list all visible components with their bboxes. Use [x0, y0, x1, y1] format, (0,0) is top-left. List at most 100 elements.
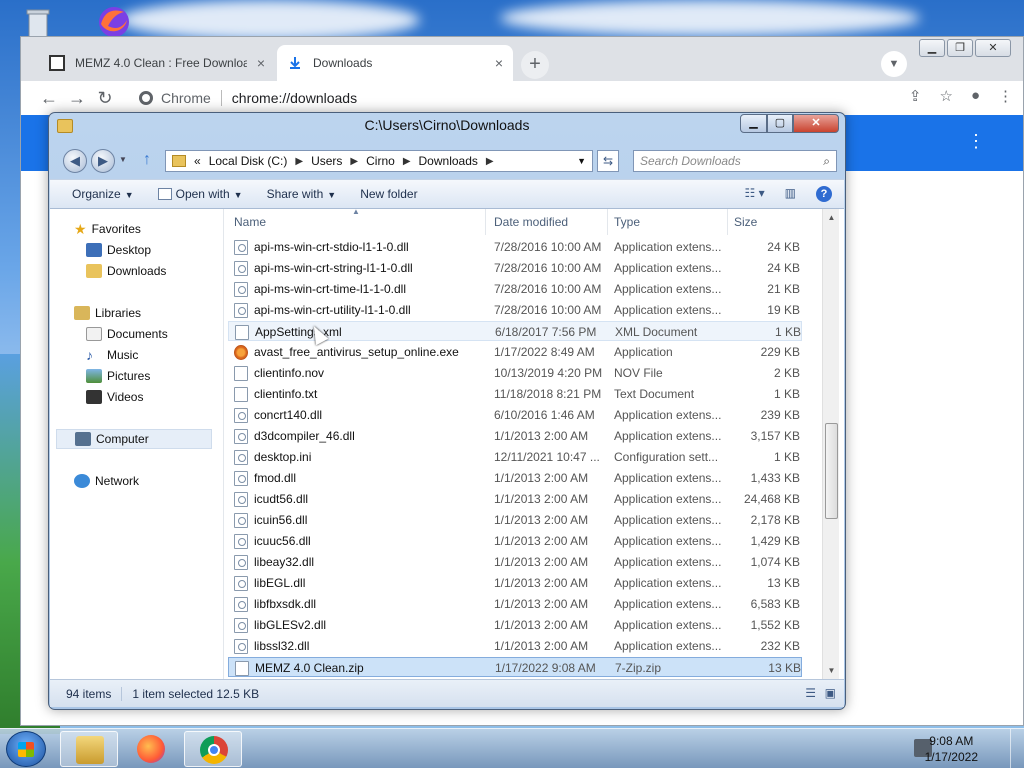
address-dropdown-icon[interactable]: ▼ [577, 156, 586, 166]
menu-kebab-icon[interactable]: ⋮ [998, 87, 1013, 105]
explorer-maximize-button[interactable]: ▢ [767, 114, 793, 133]
nav-documents[interactable]: Documents [86, 324, 168, 344]
help-icon[interactable]: ? [816, 186, 832, 202]
details-view-icon[interactable]: ☰ [805, 686, 816, 700]
file-row[interactable]: libEGL.dll 1/1/2013 2:00 AM Application ex… [228, 573, 802, 593]
taskbar-explorer[interactable] [60, 731, 118, 767]
breadcrumb-chevron-icon[interactable]: ▶ [486, 156, 494, 167]
tab-close-icon[interactable]: × [257, 55, 265, 71]
file-row[interactable]: clientinfo.txt 11/18/2018 8:21 PM Text Doc… [228, 384, 802, 404]
file-row[interactable]: libssl32.dll 1/1/2013 2:00 AM Application … [228, 636, 802, 656]
nav-network[interactable]: Network [74, 471, 139, 491]
file-row[interactable]: icudt56.dll 1/1/2013 2:00 AM Application e… [228, 489, 802, 509]
taskbar-clock[interactable]: 9:08 AM 1/17/2022 [925, 733, 978, 765]
download-icon [287, 55, 303, 71]
column-header-type[interactable]: Type [608, 209, 728, 235]
file-row[interactable]: avast_free_antivirus_setup_online.exe 1/1… [228, 342, 802, 362]
nav-music[interactable]: ♪ Music [86, 345, 138, 365]
recent-pages-chevron-icon[interactable]: ▼ [119, 155, 127, 164]
firefox-desktop-icon[interactable] [96, 4, 132, 40]
refresh-button[interactable]: ⇆ [597, 150, 619, 172]
status-bar: 94 items 1 item selected 12.5 KB ☰ ▣ [50, 679, 844, 707]
view-options-icon[interactable]: ☷ ▾ [745, 186, 765, 202]
nav-label: Videos [107, 390, 144, 404]
tab-search-button[interactable]: ▼ [881, 51, 907, 77]
nav-videos[interactable]: Videos [86, 387, 143, 407]
open-with-icon [157, 188, 172, 200]
tab-memz[interactable]: MEMZ 4.0 Clean : Free Downloa × [39, 45, 275, 81]
nav-desktop[interactable]: Desktop [86, 240, 151, 260]
firefox-icon [137, 735, 165, 763]
scroll-up-icon[interactable]: ▲ [823, 213, 840, 222]
taskbar-chrome[interactable] [184, 731, 242, 767]
organize-button[interactable]: Organize ▼ [50, 187, 146, 201]
nav-downloads[interactable]: Downloads [86, 261, 166, 281]
share-with-button[interactable]: Share with ▼ [255, 187, 349, 201]
nav-computer[interactable]: Computer [56, 429, 212, 449]
forward-icon[interactable]: → [63, 88, 91, 109]
column-header-size[interactable]: Size [728, 209, 802, 235]
forward-button[interactable]: ▶ [91, 149, 115, 173]
file-row[interactable]: api-ms-win-crt-string-l1-1-0.dll 7/28/201… [228, 258, 802, 278]
taskbar-firefox[interactable] [122, 731, 180, 767]
new-folder-button[interactable]: New folder [348, 187, 429, 201]
nav-libraries[interactable]: Libraries [74, 303, 141, 323]
breadcrumb-overflow[interactable]: « [194, 154, 201, 168]
explorer-close-button[interactable]: ✕ [793, 114, 839, 133]
reload-icon[interactable]: ↻ [91, 88, 119, 109]
file-row[interactable]: icuuc56.dll 1/1/2013 2:00 AM Application e… [228, 531, 802, 551]
back-icon[interactable]: ← [35, 88, 63, 109]
downloads-menu-icon[interactable]: ⋮ [967, 131, 985, 152]
profile-icon[interactable]: ● [971, 87, 980, 105]
scrollbar-thumb[interactable] [825, 423, 838, 519]
omnibox[interactable]: Chrome chrome://downloads [139, 85, 879, 111]
file-row[interactable]: api-ms-win-crt-utility-l1-1-0.dll 7/28/20… [228, 300, 802, 320]
back-button[interactable]: ◀ [63, 149, 87, 173]
nav-pictures[interactable]: Pictures [86, 366, 150, 386]
breadcrumb-local-disk[interactable]: Local Disk (C:) [209, 154, 288, 168]
clock-time: 9:08 AM [929, 734, 974, 748]
tab-close-icon[interactable]: × [495, 55, 503, 71]
column-header-date[interactable]: Date modified [488, 209, 608, 235]
breadcrumb-users[interactable]: Users [311, 154, 342, 168]
bookmark-star-icon[interactable]: ☆ [939, 87, 952, 105]
taskbar: 9:08 AM 1/17/2022 [0, 728, 1024, 768]
nav-favorites[interactable]: ★ Favorites [74, 219, 141, 239]
large-icons-view-icon[interactable]: ▣ [825, 686, 836, 700]
file-row[interactable]: fmod.dll 1/1/2013 2:00 AM Application exte… [228, 468, 802, 488]
file-row[interactable]: d3dcompiler_46.dll 1/1/2013 2:00 AM Applic… [228, 426, 802, 446]
up-arrow-icon[interactable]: ↑ [143, 151, 151, 169]
file-row[interactable]: icuin56.dll 1/1/2013 2:00 AM Application e… [228, 510, 802, 530]
explorer-minimize-button[interactable]: ▁ [740, 114, 767, 133]
tab-downloads[interactable]: Downloads × [277, 45, 513, 81]
breadcrumb-chevron-icon[interactable]: ▶ [350, 156, 358, 167]
preview-pane-icon[interactable]: ▥ [785, 186, 796, 202]
address-bar[interactable]: « Local Disk (C:) ▶ Users ▶ Cirno ▶ Down… [165, 150, 593, 172]
show-desktop-button[interactable] [1010, 729, 1024, 768]
file-row[interactable]: api-ms-win-crt-stdio-l1-1-0.dll 7/28/2016… [228, 237, 802, 257]
file-row[interactable]: libGLESv2.dll 1/1/2013 2:00 AM Application… [228, 615, 802, 635]
file-row[interactable]: clientinfo.nov 10/13/2019 4:20 PM NOV File… [228, 363, 802, 383]
file-row[interactable]: libeay32.dll 1/1/2013 2:00 AM Application … [228, 552, 802, 572]
chrome-maximize-button[interactable]: ❐ [947, 39, 973, 57]
chrome-close-button[interactable]: ✕ [975, 39, 1011, 57]
breadcrumb-chevron-icon[interactable]: ▶ [295, 156, 303, 167]
new-tab-button[interactable]: + [521, 51, 549, 79]
file-row[interactable]: desktop.ini 12/11/2021 10:47 ... Configura… [228, 447, 802, 467]
search-input[interactable]: Search Downloads ⌕ [633, 150, 837, 172]
breadcrumb-chevron-icon[interactable]: ▶ [403, 156, 411, 167]
share-icon[interactable]: ⇪ [909, 87, 922, 105]
scroll-down-icon[interactable]: ▼ [823, 666, 840, 675]
file-row[interactable]: MEMZ 4.0 Clean.zip 1/17/2022 9:08 AM 7-Zip… [228, 657, 802, 677]
omnibox-url[interactable]: chrome://downloads [232, 90, 357, 106]
vertical-scrollbar[interactable]: ▲ ▼ [822, 209, 839, 679]
breadcrumb-downloads[interactable]: Downloads [419, 154, 478, 168]
breadcrumb-cirno[interactable]: Cirno [366, 154, 395, 168]
open-with-button[interactable]: Open with ▼ [146, 187, 255, 201]
chrome-minimize-button[interactable]: ▁ [919, 39, 945, 57]
search-icon[interactable]: ⌕ [823, 151, 830, 171]
file-row[interactable]: libfbxsdk.dll 1/1/2013 2:00 AM Application… [228, 594, 802, 614]
file-row[interactable]: api-ms-win-crt-time-l1-1-0.dll 7/28/2016 … [228, 279, 802, 299]
start-button[interactable] [6, 731, 46, 767]
file-row[interactable]: concrt140.dll 6/10/2016 1:46 AM Applicatio… [228, 405, 802, 425]
